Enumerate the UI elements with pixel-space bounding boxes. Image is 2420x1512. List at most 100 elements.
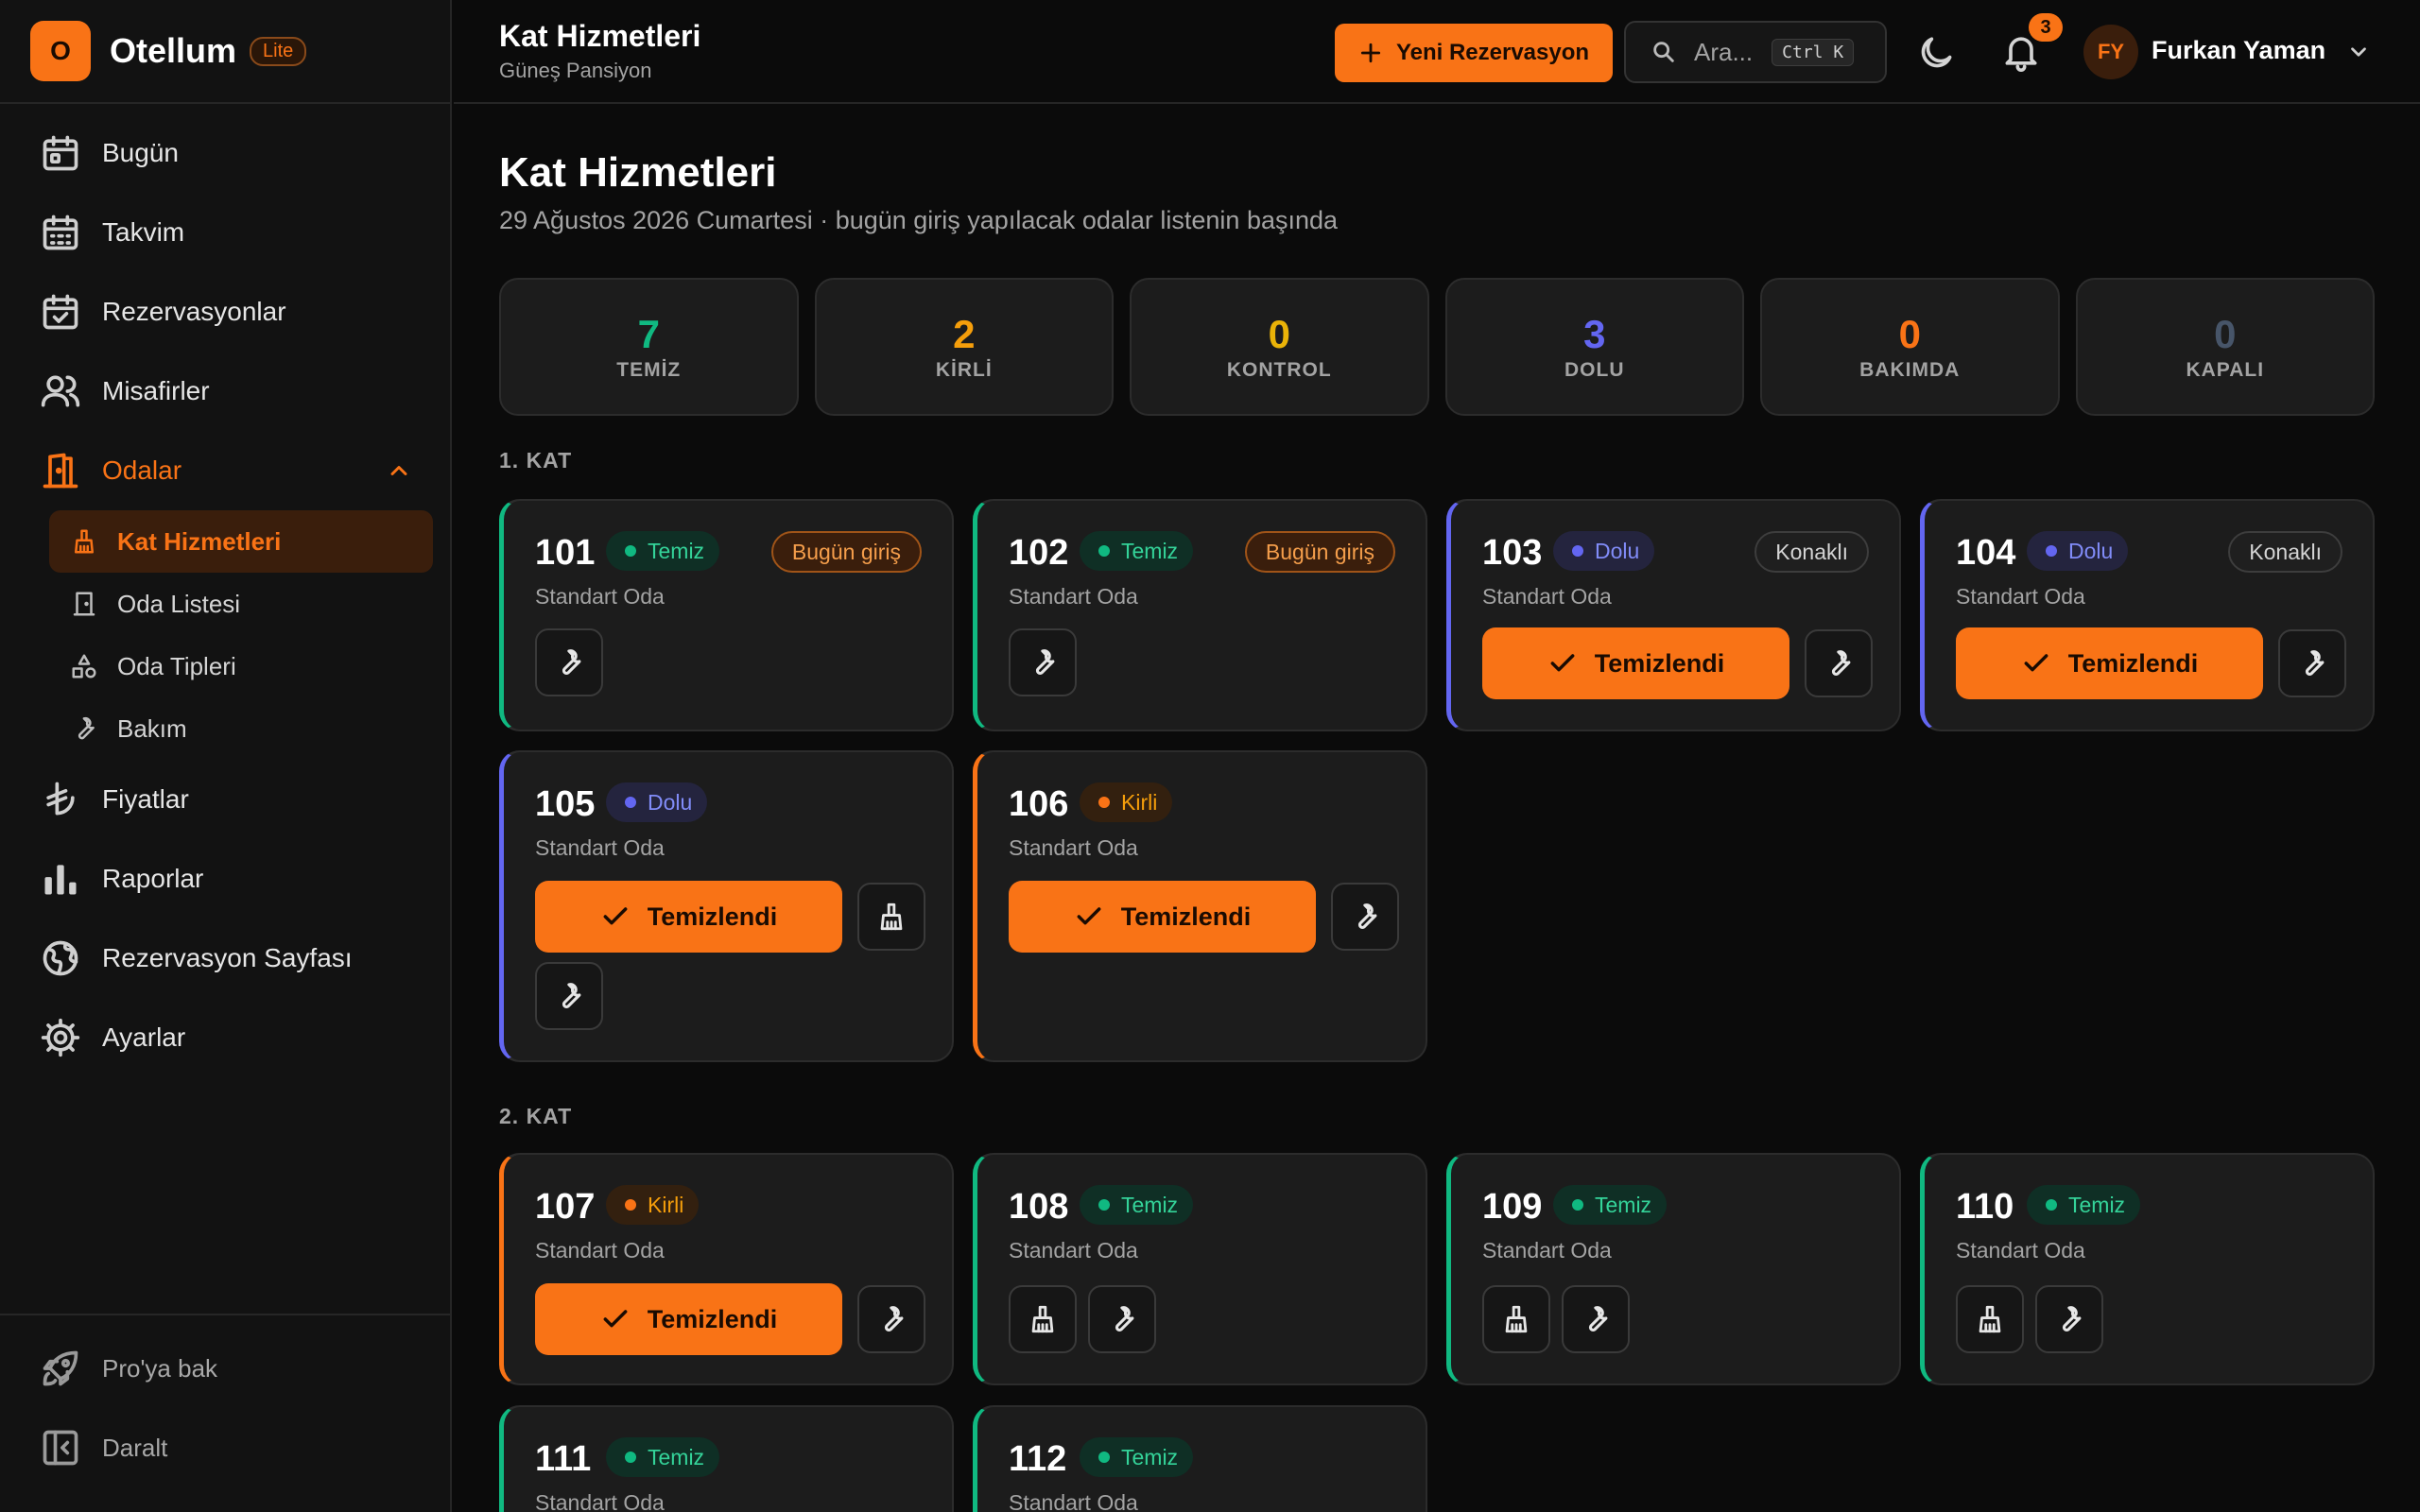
mark-cleaned-button[interactable]: Temizlendi — [1482, 627, 1789, 699]
new-reservation-button[interactable]: Yeni Rezervasyon — [1335, 24, 1613, 82]
wrench-icon — [1106, 1303, 1138, 1335]
maintenance-button[interactable] — [857, 1285, 925, 1353]
nav-item-misafirler[interactable]: Misafirler — [0, 352, 450, 431]
room-number: 112 — [1009, 1439, 1067, 1479]
broom-icon — [875, 901, 908, 933]
maintenance-button[interactable] — [1805, 629, 1873, 697]
status-dot — [1572, 545, 1583, 557]
status-badge: Temiz — [1080, 1437, 1194, 1477]
maintenance-button[interactable] — [535, 962, 603, 1030]
mark-cleaned-button[interactable]: Temizlendi — [1956, 627, 2263, 699]
brand-logo: O — [30, 21, 91, 81]
stat-label: TEMİZ — [616, 359, 682, 381]
room-number: 106 — [1009, 784, 1069, 824]
status-text: Temiz — [1121, 1444, 1179, 1469]
nav-label: Raporlar — [102, 864, 204, 893]
nav-item-ayarlar[interactable]: Ayarlar — [0, 998, 450, 1077]
nav-label: Rezervasyonlar — [102, 297, 286, 326]
nav-label: Misafirler — [102, 376, 210, 405]
stat-occupied[interactable]: 3 DOLU — [1444, 278, 1744, 416]
mark-cleaned-button[interactable]: Temizlendi — [535, 1283, 842, 1355]
room-type: Standart Oda — [1009, 1490, 1138, 1512]
room-number: 111 — [535, 1439, 592, 1479]
subnav-item-oda-tipleri[interactable]: Oda Tipleri — [49, 635, 433, 697]
subnav-label: Kat Hizmetleri — [117, 526, 282, 556]
nav-item-raporlar[interactable]: Raporlar — [0, 839, 450, 919]
room-type: Standart Oda — [535, 1490, 665, 1512]
search-input[interactable]: Ara... Ctrl K — [1624, 21, 1887, 83]
stat-dirty[interactable]: 2 KİRLİ — [814, 278, 1114, 416]
wrench-icon — [2053, 1303, 2085, 1335]
status-text: Dolu — [2068, 538, 2114, 563]
chevron-up-icon[interactable] — [386, 457, 412, 484]
check-icon — [1547, 648, 1578, 679]
status-dot — [1098, 545, 1110, 557]
check-icon — [600, 902, 631, 932]
stat-inspect[interactable]: 0 KONTROL — [1130, 278, 1429, 416]
brand[interactable]: O Otellum Lite — [0, 0, 450, 104]
chevron-down-icon[interactable] — [2346, 40, 2371, 64]
status-text: Temiz — [648, 1444, 705, 1469]
maintenance-button[interactable] — [1009, 628, 1077, 696]
stat-value: 0 — [1898, 312, 1921, 356]
housekeeping-button[interactable] — [1482, 1285, 1550, 1353]
wrench-icon — [553, 980, 585, 1012]
room-type: Standart Oda — [1956, 1238, 2085, 1263]
maintenance-button[interactable] — [1562, 1285, 1630, 1353]
status-dot — [625, 545, 636, 557]
room-card: 106 Kirli Standart Oda Temizlendi — [973, 750, 1427, 1062]
status-badge: Temiz — [2027, 1185, 2141, 1225]
nav-item-rezervasyon-sayfasi[interactable]: Rezervasyon Sayfası — [0, 919, 450, 998]
room-type: Standart Oda — [1009, 1238, 1138, 1263]
mark-cleaned-button[interactable]: Temizlendi — [535, 881, 842, 953]
subnav-item-bakim[interactable]: Bakım — [49, 697, 433, 760]
nav-item-takvim[interactable]: Takvim — [0, 193, 450, 272]
housekeeping-button[interactable] — [1956, 1285, 2024, 1353]
stat-closed[interactable]: 0 KAPALI — [2075, 278, 2375, 416]
page-subtitle: 29 Ağustos 2026 Cumartesi · bugün giriş … — [499, 206, 1339, 234]
nav-item-fiyatlar[interactable]: Fiyatlar — [0, 760, 450, 839]
maintenance-button[interactable] — [535, 628, 603, 696]
broom-icon — [1974, 1303, 2006, 1335]
status-badge: Temiz — [1080, 1185, 1194, 1225]
bar-chart-icon — [40, 858, 81, 900]
room-number: 110 — [1956, 1187, 2014, 1227]
avatar[interactable]: FY — [2083, 25, 2138, 79]
housekeeping-button[interactable] — [857, 883, 925, 951]
status-badge: Temiz — [1080, 531, 1194, 571]
subnav-label: Oda Tipleri — [117, 651, 236, 680]
brand-name: Otellum — [110, 31, 237, 70]
mark-cleaned-button[interactable]: Temizlendi — [1009, 881, 1316, 953]
status-summary: 7 TEMİZ 2 KİRLİ 0 KONTROL 3 DOLU 0 BAKIM… — [499, 278, 2375, 416]
maintenance-button[interactable] — [1088, 1285, 1156, 1353]
nav-item-collapse[interactable]: Daralt — [0, 1408, 450, 1487]
maintenance-button[interactable] — [2035, 1285, 2103, 1353]
nav-item-upgrade[interactable]: Pro'ya bak — [0, 1329, 450, 1408]
plus-icon — [1358, 41, 1383, 65]
subnav-item-oda-listesi[interactable]: Oda Listesi — [49, 573, 433, 635]
subnav-item-kat-hizmetleri[interactable]: Kat Hizmetleri — [49, 510, 433, 573]
nav-item-rezervasyonlar[interactable]: Rezervasyonlar — [0, 272, 450, 352]
user-name[interactable]: Furkan Yaman — [2152, 36, 2325, 65]
wrench-icon — [553, 646, 585, 679]
stat-clean[interactable]: 7 TEMİZ — [499, 278, 799, 416]
search-placeholder: Ara... — [1694, 37, 1754, 66]
housekeeping-button[interactable] — [1009, 1285, 1077, 1353]
room-number: 102 — [1009, 533, 1069, 573]
sidebar: O Otellum Lite Bugün Takvim Rezervasyonl… — [0, 0, 452, 1512]
status-badge: Dolu — [1553, 531, 1655, 571]
nav-item-bugun[interactable]: Bugün — [0, 113, 450, 193]
calendar-check-icon — [40, 291, 81, 333]
stat-label: KAPALI — [2186, 359, 2265, 381]
room-card: 111 Temiz Standart Oda — [499, 1405, 954, 1512]
maintenance-button[interactable] — [1331, 883, 1399, 951]
moon-icon[interactable] — [1915, 32, 1957, 74]
mark-cleaned-label: Temizlendi — [647, 1304, 778, 1333]
stat-maintenance[interactable]: 0 BAKIMDA — [1760, 278, 2060, 416]
nav-item-odalar[interactable]: Odalar — [0, 431, 450, 510]
room-type: Standart Oda — [1009, 835, 1138, 860]
maintenance-button[interactable] — [2278, 629, 2346, 697]
status-text: Temiz — [1121, 1192, 1179, 1217]
room-card: 112 Temiz Standart Oda — [973, 1405, 1427, 1512]
stat-value: 0 — [2214, 312, 2237, 356]
